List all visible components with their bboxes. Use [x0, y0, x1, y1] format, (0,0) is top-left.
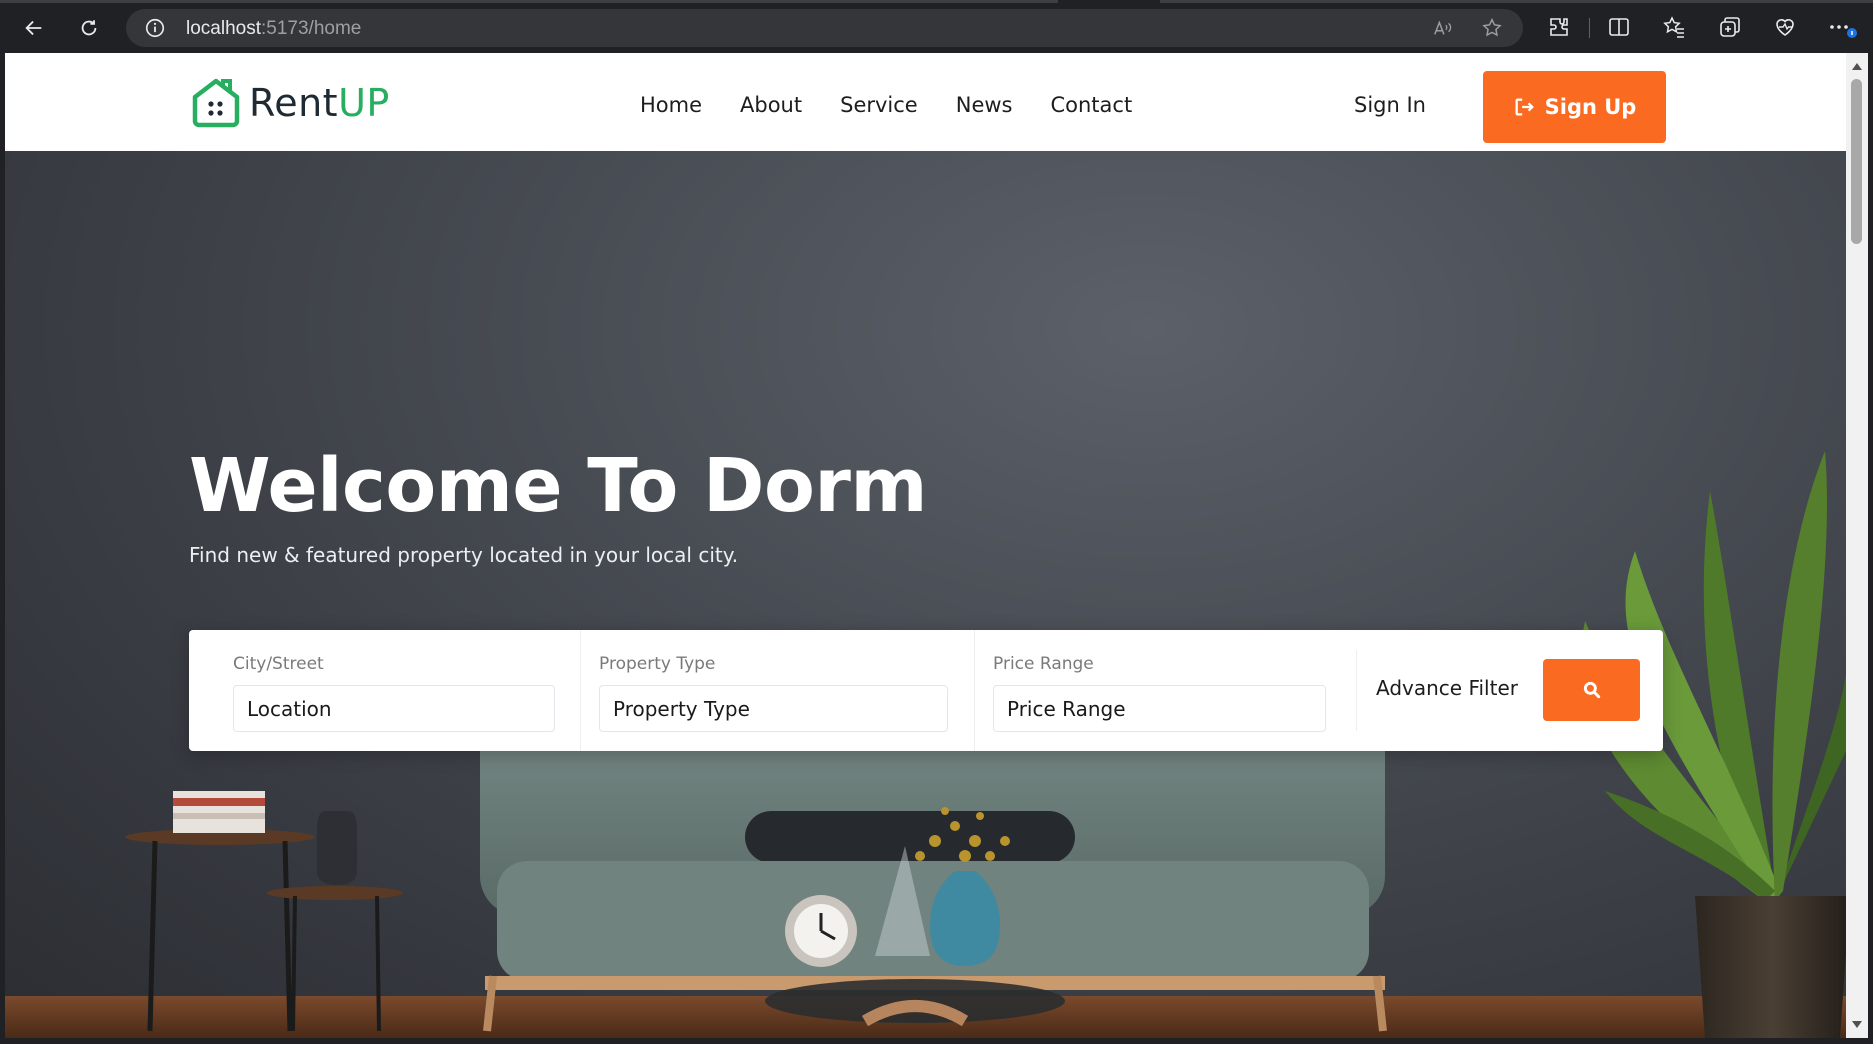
extensions-icon[interactable]	[1547, 15, 1571, 39]
browser-essentials-icon[interactable]	[1773, 15, 1797, 39]
favorite-star-icon[interactable]	[1481, 17, 1503, 39]
scroll-up-arrow-icon[interactable]	[1852, 63, 1862, 70]
city-street-label: City/Street	[233, 654, 324, 674]
property-type-input[interactable]	[599, 685, 948, 732]
site-header: RentUP Home About Service News Contact S…	[5, 53, 1846, 151]
favorites-icon[interactable]	[1662, 15, 1686, 39]
brand-accent: UP	[338, 81, 390, 125]
back-button[interactable]	[16, 10, 52, 46]
address-bar[interactable]: localhost:5173/home	[126, 9, 1523, 47]
site-info-icon[interactable]	[144, 17, 166, 39]
advance-filter-link[interactable]: Advance Filter	[1376, 676, 1518, 700]
price-range-label: Price Range	[993, 654, 1094, 674]
property-type-label: Property Type	[599, 654, 716, 674]
property-type-group: Property Type	[581, 630, 974, 751]
toolbar-separator	[1589, 18, 1590, 38]
nav-link-service[interactable]: Service	[840, 93, 918, 117]
nav-link-news[interactable]: News	[956, 93, 1013, 117]
browser-toolbar: localhost:5173/home	[0, 0, 1873, 53]
site-logo[interactable]: RentUP	[189, 77, 390, 129]
price-range-group: Price Range	[975, 630, 1353, 751]
reload-button[interactable]	[71, 10, 107, 46]
scroll-down-arrow-icon[interactable]	[1852, 1021, 1862, 1028]
column-divider	[1356, 650, 1357, 731]
collections-icon[interactable]	[1718, 15, 1742, 39]
main-nav: Home About Service News Contact	[640, 93, 1170, 117]
nav-link-about[interactable]: About	[740, 93, 802, 117]
search-button[interactable]	[1543, 659, 1640, 721]
more-menu-icon[interactable]	[1828, 15, 1858, 39]
page-viewport: RentUP Home About Service News Contact S…	[5, 53, 1846, 1038]
brand-name: RentUP	[249, 81, 390, 125]
sign-up-button[interactable]: Sign Up	[1483, 71, 1666, 143]
url-host: localhost	[186, 18, 261, 39]
scrollbar-thumb[interactable]	[1851, 79, 1862, 244]
back-icon	[25, 20, 42, 36]
house-logo-icon	[192, 78, 240, 128]
hero-title: Welcome To Dorm	[189, 443, 927, 529]
price-range-input[interactable]	[993, 685, 1326, 732]
tab-strip	[1160, 0, 1873, 3]
nav-link-contact[interactable]: Contact	[1050, 93, 1132, 117]
brand-main: Rent	[249, 81, 339, 125]
sign-in-link[interactable]: Sign In	[1354, 93, 1426, 117]
city-street-group: City/Street	[189, 630, 580, 751]
sign-out-arrow-icon	[1515, 98, 1534, 116]
hero-section: Welcome To Dorm Find new & featured prop…	[5, 151, 1846, 1038]
search-icon	[1583, 681, 1600, 699]
location-input[interactable]	[233, 685, 555, 732]
url-text[interactable]: localhost:5173/home	[186, 18, 361, 40]
url-path: :5173/home	[261, 18, 362, 39]
hero-background-image	[5, 451, 1846, 1038]
property-search-form: City/Street Property Type Price Range Ad…	[189, 630, 1663, 751]
split-screen-icon[interactable]	[1607, 15, 1631, 39]
nav-link-home[interactable]: Home	[640, 93, 702, 117]
reload-icon	[81, 20, 97, 36]
tab-strip	[0, 0, 1058, 3]
read-aloud-icon[interactable]	[1432, 17, 1454, 39]
page-scrollbar[interactable]	[1846, 53, 1868, 1038]
sign-up-label: Sign Up	[1544, 95, 1637, 119]
hero-subtitle: Find new & featured property located in …	[189, 543, 739, 567]
